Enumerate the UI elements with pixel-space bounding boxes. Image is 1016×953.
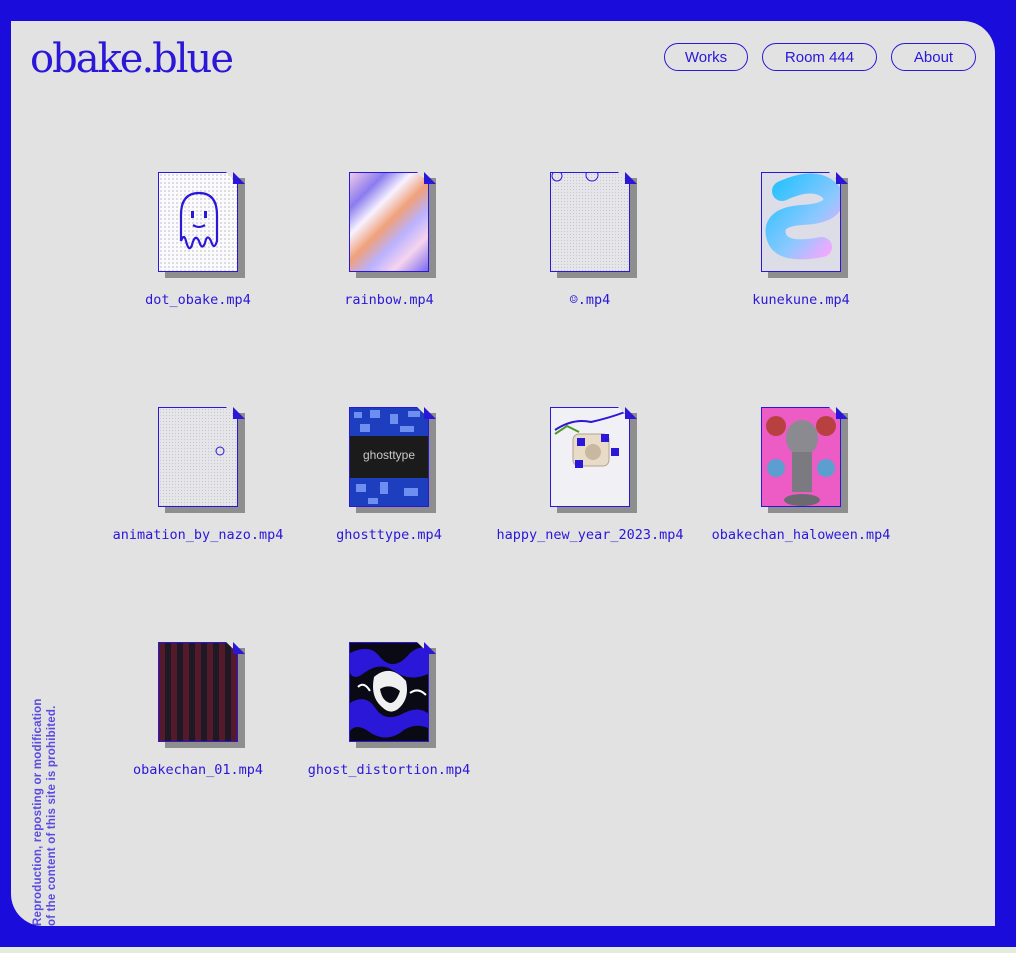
file-thumbnail[interactable]	[158, 407, 245, 513]
file-thumbnail[interactable]	[158, 172, 245, 278]
main-panel: obake.blue Works Room 444 About dot_obak…	[11, 21, 995, 926]
copyright-line-2: of the content of this site is prohibite…	[46, 705, 58, 926]
file-thumbnail[interactable]	[349, 172, 436, 278]
file-name[interactable]: ☺.mp4	[490, 292, 690, 308]
file-name[interactable]: obakechan_haloween.mp4	[701, 527, 901, 543]
file-grid: dot_obake.mp4 rainbow.mp4 ☺.mp4 kunekune…	[11, 21, 995, 926]
kunekune-shape	[765, 173, 840, 260]
bottom-strip	[0, 947, 1016, 953]
happy-new-year-thumbnail[interactable]	[550, 407, 630, 507]
smiley-thumbnail[interactable]	[550, 172, 630, 272]
rainbow-thumbnail[interactable]	[349, 172, 429, 272]
file-ghost-distortion[interactable]: ghost_distortion.mp4	[289, 642, 489, 778]
file-name[interactable]: animation_by_nazo.mp4	[98, 527, 298, 543]
file-obakechan-haloween[interactable]: obakechan_haloween.mp4	[701, 407, 901, 543]
new-year-decoration	[554, 411, 626, 468]
file-name[interactable]: happy_new_year_2023.mp4	[490, 527, 690, 543]
file-thumbnail[interactable]	[550, 407, 637, 513]
dot-obake-thumbnail[interactable]	[158, 172, 238, 272]
haloween-figure	[766, 416, 836, 506]
nazo-mark	[215, 446, 225, 456]
file-rainbow[interactable]: rainbow.mp4	[289, 172, 489, 308]
file-thumbnail[interactable]	[349, 642, 436, 748]
ghosttype-thumb-label: ghosttype	[362, 448, 416, 462]
file-name[interactable]: kunekune.mp4	[701, 292, 901, 308]
kunekune-thumbnail[interactable]	[761, 172, 841, 272]
file-name[interactable]: ghost_distortion.mp4	[289, 762, 489, 778]
file-thumbnail[interactable]	[761, 172, 848, 278]
haloween-thumbnail[interactable]	[761, 407, 841, 507]
ghost-distortion-thumbnail[interactable]	[349, 642, 429, 742]
copyright-line-1: Reproduction, reposting or modification	[32, 698, 44, 926]
distortion-pattern	[350, 643, 428, 741]
file-name[interactable]: rainbow.mp4	[289, 292, 489, 308]
file-thumbnail[interactable]	[761, 407, 848, 513]
animation-by-nazo-thumbnail[interactable]	[158, 407, 238, 507]
ghosttype-thumbnail[interactable]: ghosttype	[349, 407, 429, 507]
smiley-marks	[551, 173, 599, 182]
file-thumbnail[interactable]	[550, 172, 637, 278]
file-ghosttype[interactable]: ghosttype ghosttype.mp4	[289, 407, 489, 543]
file-thumbnail[interactable]: ghosttype	[349, 407, 436, 513]
file-name[interactable]: dot_obake.mp4	[98, 292, 298, 308]
copyright-notice: Reproduction, reposting or modification …	[31, 676, 281, 926]
file-smiley[interactable]: ☺.mp4	[490, 172, 690, 308]
file-kunekune[interactable]: kunekune.mp4	[701, 172, 901, 308]
file-dot-obake[interactable]: dot_obake.mp4	[98, 172, 298, 308]
copyright-text: Reproduction, reposting or modification …	[31, 676, 59, 926]
file-name[interactable]: ghosttype.mp4	[289, 527, 489, 543]
file-name[interactable]: obakechan_01.mp4	[98, 762, 298, 778]
file-animation-by-nazo[interactable]: animation_by_nazo.mp4	[98, 407, 298, 543]
ghost-drawing	[179, 191, 219, 250]
file-happy-new-year-2023[interactable]: happy_new_year_2023.mp4	[490, 407, 690, 543]
